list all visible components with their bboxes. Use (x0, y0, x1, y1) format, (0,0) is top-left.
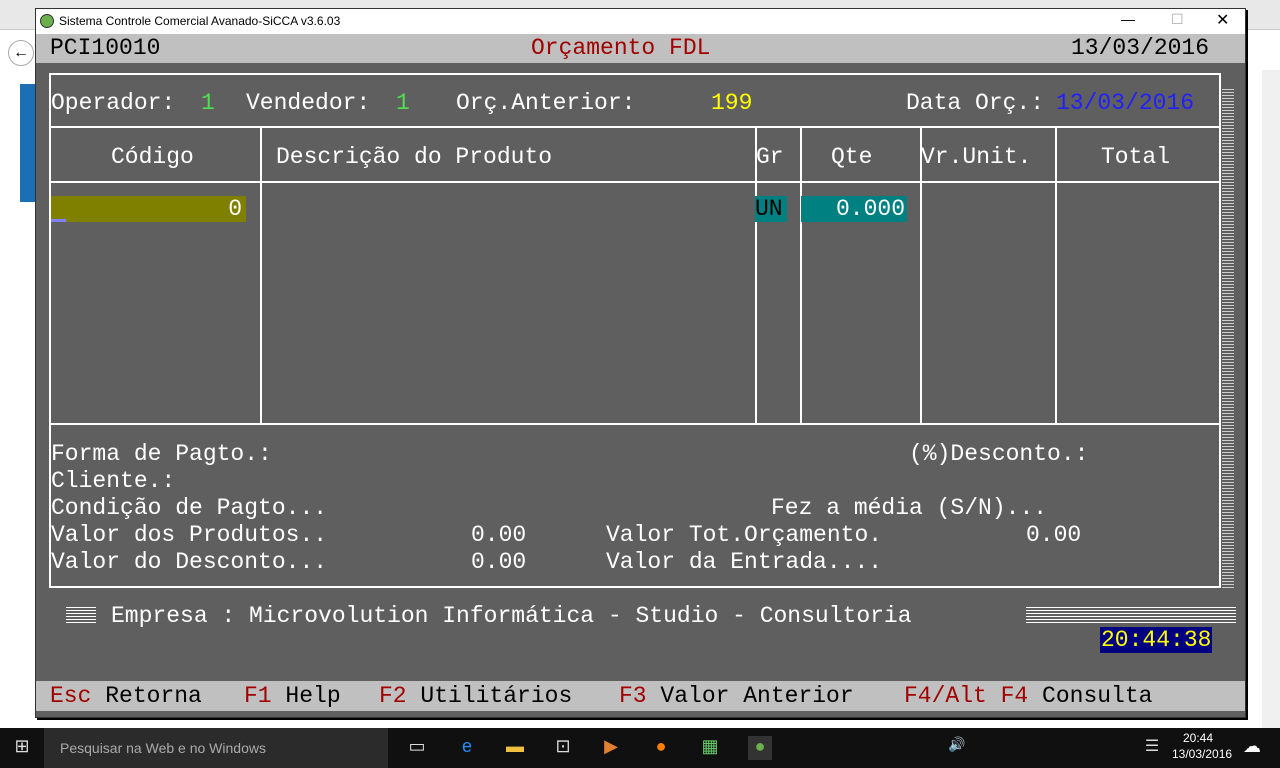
divider (1055, 126, 1057, 425)
orc-anterior-value: 199 (711, 90, 753, 116)
label: Retorna (105, 683, 202, 709)
key: Esc (50, 683, 92, 709)
divider (49, 423, 1221, 425)
divider (920, 126, 922, 425)
sicca-taskbar-icon[interactable]: ● (748, 736, 772, 760)
windows-start-icon[interactable]: ⊞ (10, 736, 34, 760)
media-icon[interactable]: ▶ (599, 736, 623, 760)
orc-anterior-label: Orç.Anterior: (456, 90, 636, 116)
divider (49, 126, 1221, 128)
file-explorer-icon[interactable]: ▬ (503, 736, 527, 760)
col-vrunit: Vr.Unit. (921, 144, 1032, 170)
key: F2 (379, 683, 407, 709)
fkey-esc[interactable]: Esc Retorna (50, 683, 202, 709)
volume-icon[interactable]: 🔊 (945, 736, 969, 760)
text-cursor (51, 219, 66, 222)
app-icon (40, 14, 54, 28)
cliente-label: Cliente.: (51, 468, 176, 494)
browser-content-block (20, 84, 35, 202)
minimize-button[interactable]: — (1121, 11, 1135, 27)
fkey-f1[interactable]: F1 Help (244, 683, 341, 709)
col-total: Total (1101, 144, 1171, 170)
taskbar-search[interactable]: Pesquisar na Web e no Windows (44, 728, 388, 768)
menu-pattern-icon (66, 607, 96, 625)
qte-field[interactable]: 0.000 (801, 196, 907, 222)
label: Consulta (1042, 683, 1153, 709)
col-gr: Gr (756, 144, 784, 170)
edge-icon[interactable]: e (455, 736, 479, 760)
empresa-text: Empresa : Microvolution Informática - St… (111, 603, 912, 629)
data-label: Data Orç.: (906, 90, 1045, 116)
valor-desconto-label: Valor do Desconto... (51, 549, 328, 575)
condicao-label: Condição de Pagto... (51, 495, 328, 521)
col-descricao: Descrição do Produto (276, 144, 553, 170)
firefox-icon[interactable]: ● (649, 736, 673, 760)
fkey-f2[interactable]: F2 Utilitários (379, 683, 572, 709)
divider (49, 181, 1221, 183)
scroll-pattern (1222, 89, 1234, 589)
taskbar-date[interactable]: 13/03/2016 (1172, 747, 1232, 761)
screen-header: PCI10010 Orçamento FDL 13/03/2016 (36, 34, 1245, 63)
fkey-f4[interactable]: F4/Alt F4 Consulta (904, 683, 1152, 709)
screen-title: Orçamento FDL (531, 35, 711, 61)
label: Valor Anterior (660, 683, 854, 709)
header-date: 13/03/2016 (1071, 35, 1210, 61)
key: F4/Alt F4 (904, 683, 1029, 709)
label: Utilitários (420, 683, 573, 709)
title-bar: Sistema Controle Comercial Avanado-SiCCA… (36, 9, 1245, 34)
sicca-window: Sistema Controle Comercial Avanado-SiCCA… (35, 8, 1246, 718)
vendedor-value: 1 (396, 90, 410, 116)
close-button[interactable]: ✕ (1216, 10, 1229, 30)
media-label: Fez a média (S/N)... (771, 495, 1048, 521)
task-view-icon[interactable]: ▭ (405, 736, 429, 760)
divider (755, 126, 757, 425)
forma-pagto-label: Forma de Pagto.: (51, 441, 272, 467)
divider (260, 126, 262, 425)
valor-produtos-label: Valor dos Produtos.. (51, 522, 328, 548)
valor-tot-label: Valor Tot.Orçamento. (606, 522, 883, 548)
chart-app-icon[interactable]: ▦ (698, 736, 722, 760)
scrollbar[interactable] (1262, 70, 1280, 728)
operador-value: 1 (201, 90, 215, 116)
key: F3 (619, 683, 647, 709)
valor-produtos-value: 0.00 (471, 522, 527, 548)
valor-tot-value: 0.00 (1026, 522, 1082, 548)
valor-entrada-label: Valor da Entrada.... (606, 549, 883, 575)
back-button[interactable]: ← (8, 40, 34, 66)
vendedor-label: Vendedor: (246, 90, 371, 116)
maximize-button[interactable]: ☐ (1171, 11, 1184, 28)
program-code: PCI10010 (50, 35, 161, 61)
valor-desconto-value: 0.00 (471, 549, 527, 575)
decor-lines (1026, 607, 1236, 625)
taskbar: ⊞ Pesquisar na Web e no Windows ▭ e ▬ ⊡ … (0, 728, 1280, 768)
gr-field[interactable]: UN (755, 196, 787, 222)
clock: 20:44:38 (1100, 627, 1213, 653)
col-qte: Qte (831, 144, 873, 170)
function-key-bar: Esc Retorna F1 Help F2 Utilitários F3 Va… (36, 681, 1245, 711)
divider (800, 126, 802, 425)
desconto-label: (%)Desconto.: (909, 441, 1089, 467)
operador-label: Operador: (51, 90, 176, 116)
label: Help (285, 683, 341, 709)
data-value: 13/03/2016 (1056, 90, 1195, 116)
key: F1 (244, 683, 272, 709)
codigo-input[interactable]: 0 (51, 196, 246, 222)
weather-icon[interactable]: ☁ (1240, 736, 1264, 760)
fkey-f3[interactable]: F3 Valor Anterior (619, 683, 854, 709)
notifications-icon[interactable]: ☰ (1140, 736, 1164, 760)
col-codigo: Código (111, 144, 194, 170)
window-title: Sistema Controle Comercial Avanado-SiCCA… (59, 14, 341, 28)
taskbar-time[interactable]: 20:44 (1183, 731, 1213, 745)
store-icon[interactable]: ⊡ (551, 736, 575, 760)
